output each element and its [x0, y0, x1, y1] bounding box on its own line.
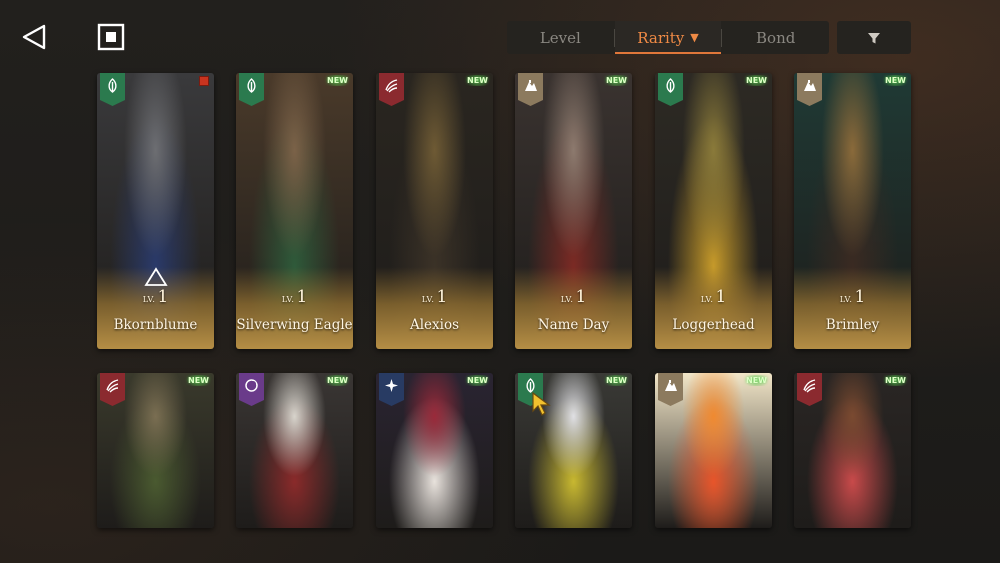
afflatus-rock-icon: [658, 373, 683, 406]
filter-button[interactable]: [837, 21, 911, 54]
character-card[interactable]: NEW: [376, 373, 493, 528]
new-badge: NEW: [324, 75, 351, 86]
card-footer: [236, 267, 353, 349]
character-name: Brimley: [825, 317, 880, 333]
back-arrow-icon: [22, 24, 46, 50]
character-name: Silverwing Eagle: [236, 317, 353, 333]
new-badge: NEW: [603, 375, 630, 386]
sort-bar: Level Rarity ▼ Bond: [507, 21, 829, 54]
level-value: 1: [436, 287, 448, 307]
afflatus-beast-icon: [797, 373, 822, 406]
tab-level[interactable]: Level: [507, 21, 614, 54]
tab-bond[interactable]: Bond: [722, 21, 829, 54]
new-badge: NEW: [603, 75, 630, 86]
level-display: LV. 1: [794, 287, 911, 307]
back-button[interactable]: [18, 20, 52, 54]
character-card[interactable]: NEW: [236, 373, 353, 528]
level-label: LV.: [839, 295, 853, 304]
character-name: Loggerhead: [672, 317, 755, 333]
character-name: Alexios: [409, 317, 460, 333]
card-footer: [515, 267, 632, 349]
new-badge: NEW: [185, 375, 212, 386]
character-card[interactable]: NEW: [515, 373, 632, 528]
tab-bond-label: Bond: [756, 28, 796, 47]
tab-rarity-label: Rarity: [637, 28, 685, 47]
afflatus-beast-icon: [100, 373, 125, 406]
character-card[interactable]: LV. 1 Name Day NEW: [515, 73, 632, 349]
level-display: LV. 1: [376, 287, 493, 307]
afflatus-plant-icon: [100, 73, 125, 106]
home-button[interactable]: [94, 20, 128, 54]
level-label: LV.: [560, 295, 574, 304]
character-card[interactable]: NEW: [97, 373, 214, 528]
afflatus-mind-icon: [239, 373, 264, 406]
afflatus-rock-icon: [797, 73, 822, 106]
tab-rarity[interactable]: Rarity ▼: [614, 21, 722, 54]
red-marker-icon: [199, 76, 209, 86]
character-name: Name Day: [537, 317, 610, 333]
sort-down-icon: ▼: [690, 31, 699, 44]
filter-funnel-icon: [868, 32, 880, 43]
level-label: LV.: [142, 295, 156, 304]
card-footer: [655, 267, 772, 349]
level-display: LV. 1: [515, 287, 632, 307]
level-label: LV.: [281, 295, 295, 304]
new-badge: NEW: [882, 75, 909, 86]
triangle-icon: [143, 267, 168, 291]
new-badge: NEW: [743, 375, 770, 386]
afflatus-rock-icon: [518, 73, 543, 106]
new-badge: NEW: [464, 375, 491, 386]
afflatus-plant-icon: [239, 73, 264, 106]
pointer-cursor-icon: [531, 391, 553, 421]
home-square-icon: [97, 23, 125, 51]
character-card[interactable]: LV. 1 Bkornblume: [97, 73, 214, 349]
level-value: 1: [854, 287, 866, 307]
tab-level-label: Level: [539, 28, 581, 47]
level-display: LV. 1: [655, 287, 772, 307]
character-name: Bkornblume: [113, 317, 198, 333]
character-card[interactable]: NEW: [794, 373, 911, 528]
afflatus-star-icon: [379, 373, 404, 406]
character-card[interactable]: LV. 1 Loggerhead NEW: [655, 73, 772, 349]
level-label: LV.: [700, 295, 714, 304]
card-footer: [376, 267, 493, 349]
character-card[interactable]: LV. 1 Brimley NEW: [794, 73, 911, 349]
level-label: LV.: [421, 295, 435, 304]
new-badge: NEW: [464, 75, 491, 86]
level-value: 1: [296, 287, 308, 307]
character-card[interactable]: LV. 1 Silverwing Eagle NEW: [236, 73, 353, 349]
character-card[interactable]: LV. 1 Alexios NEW: [376, 73, 493, 349]
afflatus-beast-icon: [379, 73, 404, 106]
new-badge: NEW: [882, 375, 909, 386]
new-badge: NEW: [324, 375, 351, 386]
afflatus-plant-icon: [658, 73, 683, 106]
card-footer: [794, 267, 911, 349]
level-value: 1: [575, 287, 587, 307]
character-card[interactable]: NEW: [655, 373, 772, 528]
level-display: LV. 1: [236, 287, 353, 307]
level-value: 1: [715, 287, 727, 307]
new-badge: NEW: [743, 75, 770, 86]
